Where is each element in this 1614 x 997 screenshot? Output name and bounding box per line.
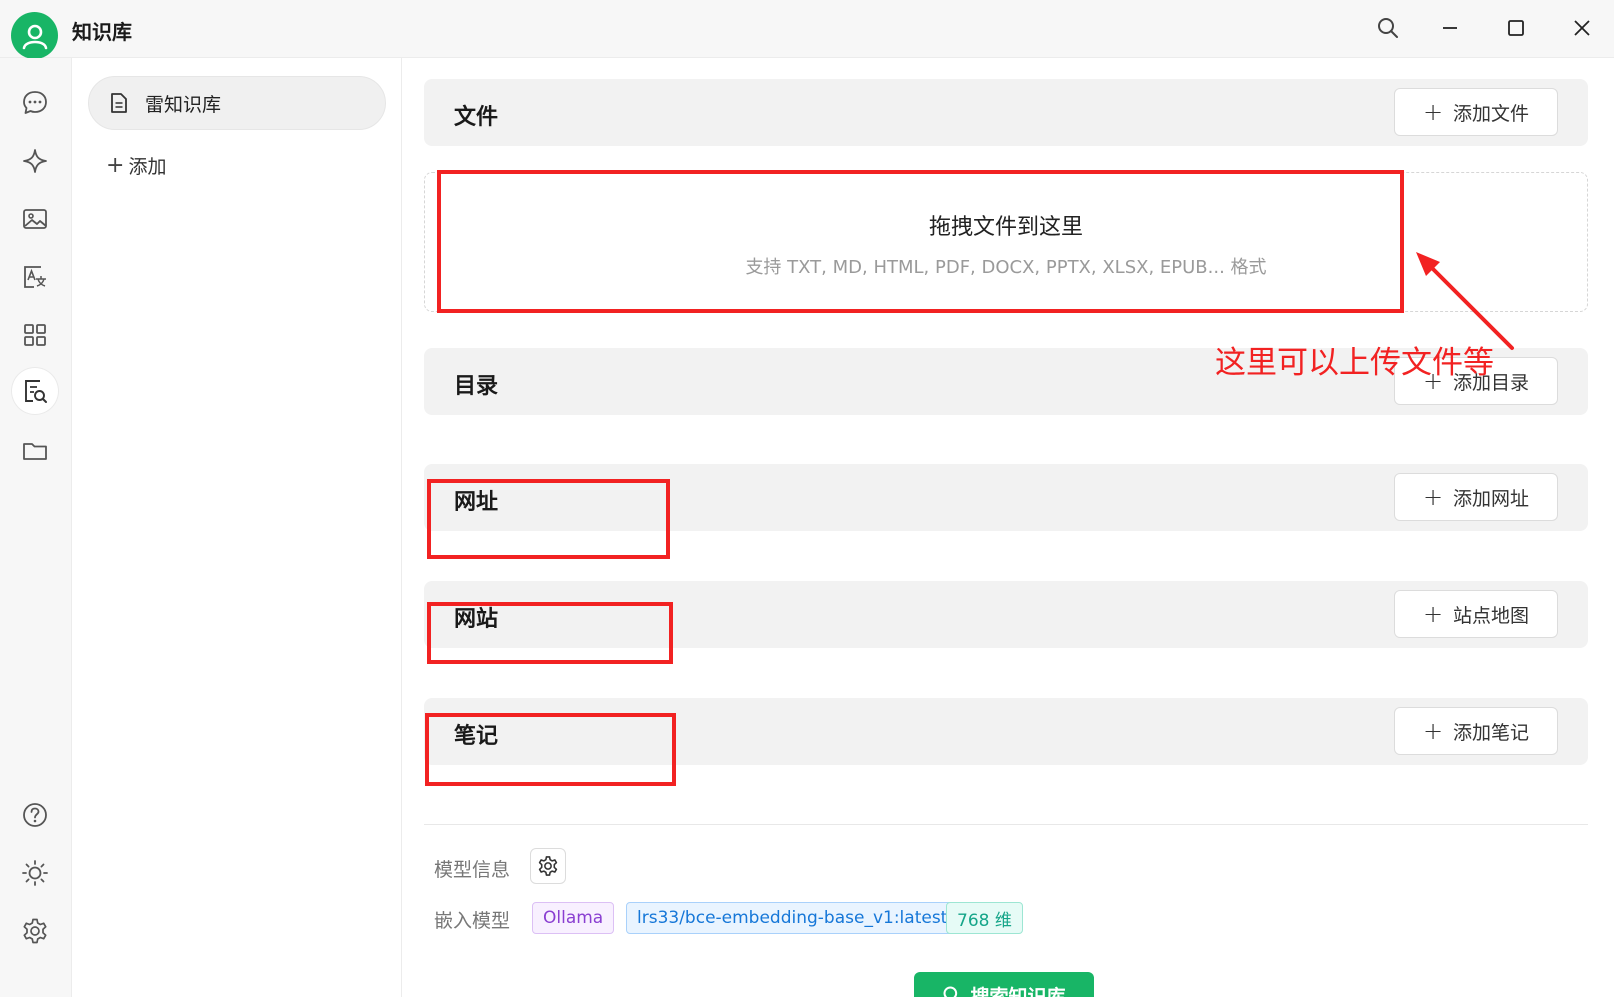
gear-icon	[538, 856, 558, 876]
search-button[interactable]	[1366, 10, 1410, 46]
annotation-text: 这里可以上传文件等	[1215, 345, 1494, 381]
search-kb-label: 搜索知识库	[970, 985, 1066, 997]
kb-item-label: 雷知识库	[145, 93, 222, 116]
annotation-box-notes	[425, 713, 676, 786]
search-kb-button[interactable]: 搜索知识库	[914, 972, 1094, 997]
sitemap-label: 站点地图	[1453, 604, 1530, 627]
divider	[424, 824, 1588, 825]
settings-icon	[23, 918, 47, 944]
rail-chat[interactable]	[12, 80, 58, 126]
rail-files[interactable]	[12, 428, 58, 474]
model-info-label: 模型信息	[434, 859, 511, 881]
minimize-button[interactable]	[1428, 10, 1472, 46]
dimensions-tag: 768 维	[946, 902, 1023, 934]
section-title-files: 文件	[454, 105, 499, 130]
sparkle-icon	[23, 149, 47, 173]
plus-icon: +	[1422, 98, 1444, 126]
add-kb-button[interactable]: + 添加	[106, 152, 166, 179]
add-kb-label: 添加	[128, 156, 167, 178]
add-url-button[interactable]: + 添加网址	[1394, 473, 1558, 521]
model-settings-button[interactable]	[530, 848, 566, 884]
rail-settings[interactable]	[12, 908, 58, 954]
embed-model-label: 嵌入模型	[434, 910, 511, 932]
plus-icon: +	[1422, 483, 1444, 511]
knowledge-base-list: 雷知识库 + 添加	[72, 58, 402, 997]
plus-icon: +	[1422, 600, 1444, 628]
plus-icon: +	[106, 153, 125, 178]
kb-item-lei[interactable]: 雷知识库	[88, 76, 386, 130]
document-icon	[111, 93, 127, 113]
annotation-box-url	[427, 479, 670, 559]
maximize-button[interactable]	[1494, 10, 1538, 46]
rail-images[interactable]	[12, 196, 58, 242]
minimize-icon	[1443, 27, 1457, 29]
annotation-box-website	[427, 602, 673, 664]
annotation-box-dropzone	[437, 170, 1404, 313]
rail-apps[interactable]	[12, 312, 58, 358]
help-icon	[23, 803, 47, 827]
knowledge-search-icon	[25, 380, 47, 403]
translate-icon	[24, 266, 46, 288]
model-name-tag: lrs33/bce-embedding-base_v1:latest	[626, 902, 959, 934]
maximize-icon	[1508, 20, 1524, 36]
close-icon	[1574, 20, 1590, 36]
rail-translate[interactable]	[12, 254, 58, 300]
rail-assistant[interactable]	[12, 138, 58, 184]
title-bar: 知识库	[0, 0, 1614, 59]
user-avatar[interactable]	[11, 12, 58, 59]
plus-icon: +	[1422, 717, 1444, 745]
theme-icon	[22, 860, 48, 886]
section-title-directory: 目录	[454, 374, 499, 399]
close-button[interactable]	[1560, 10, 1604, 46]
sitemap-button[interactable]: + 站点地图	[1394, 590, 1558, 638]
rail-help[interactable]	[12, 792, 58, 838]
add-file-label: 添加文件	[1453, 102, 1530, 125]
apps-icon	[24, 324, 46, 346]
add-note-label: 添加笔记	[1453, 721, 1530, 744]
image-icon	[23, 209, 47, 229]
folder-icon	[23, 443, 47, 460]
provider-tag: Ollama	[532, 902, 615, 934]
user-icon	[22, 24, 47, 49]
search-icon	[1378, 18, 1398, 38]
add-url-label: 添加网址	[1453, 487, 1530, 510]
search-icon	[943, 986, 958, 997]
add-file-button[interactable]: + 添加文件	[1394, 88, 1558, 136]
icon-rail	[0, 58, 72, 997]
section-files: 文件 + 添加文件	[424, 79, 1588, 146]
rail-knowledge-base[interactable]	[12, 368, 58, 414]
add-note-button[interactable]: + 添加笔记	[1394, 707, 1558, 755]
rail-theme[interactable]	[12, 850, 58, 896]
app-title: 知识库	[72, 20, 132, 44]
chat-icon	[23, 91, 47, 114]
